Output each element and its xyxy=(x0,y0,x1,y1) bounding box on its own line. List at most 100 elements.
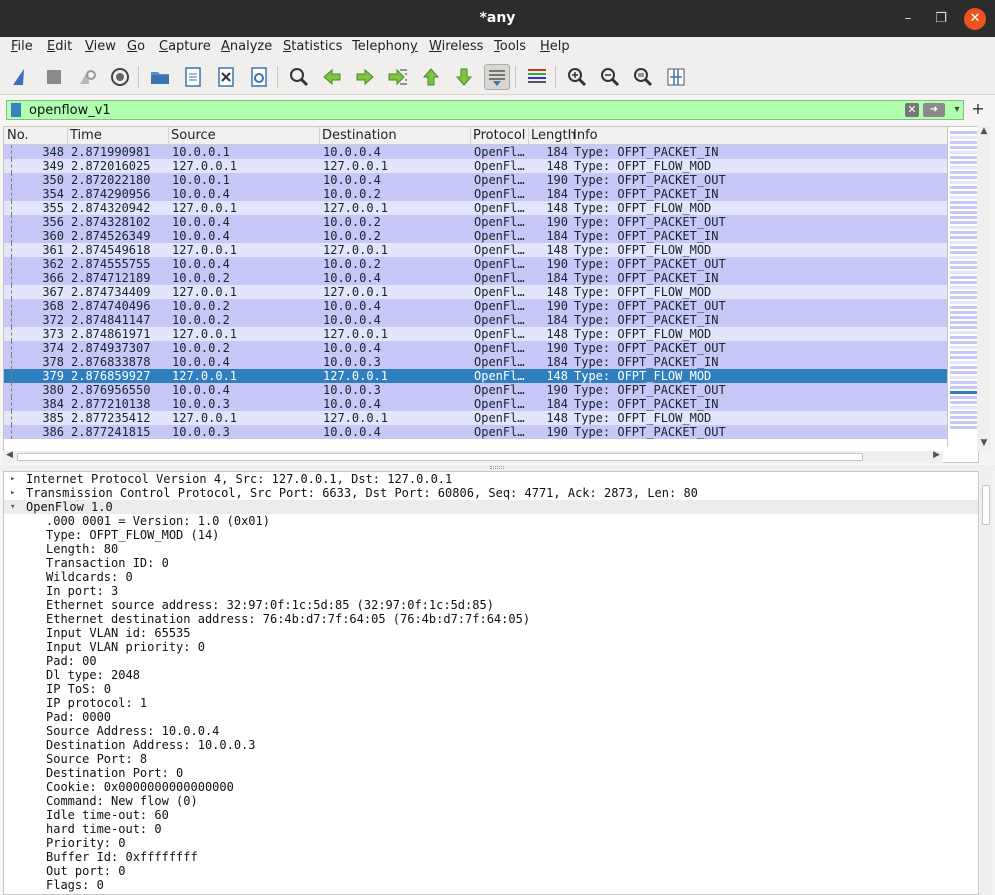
maximize-button[interactable]: ❐ xyxy=(930,8,952,30)
details-tree-node[interactable]: ▸ Internet Protocol Version 4, Src: 127.0… xyxy=(4,472,978,486)
expanded-arrow-icon[interactable]: ▾ xyxy=(10,500,15,514)
packet-row[interactable]: 349 2.872016025 127.0.0.1 127.0.0.1 OpenFl… 1… xyxy=(4,159,947,173)
column-header-protocol[interactable]: Protocol xyxy=(473,128,525,143)
column-header-source[interactable]: Source xyxy=(171,128,216,143)
scroll-left-icon[interactable]: ◀ xyxy=(6,450,13,460)
packet-row[interactable]: 368 2.874740496 10.0.0.2 10.0.0.4 OpenFl… 190… xyxy=(4,299,947,313)
packet-row[interactable]: 360 2.874526349 10.0.0.4 10.0.0.2 OpenFl… 184… xyxy=(4,229,947,243)
minimize-button[interactable]: – xyxy=(897,8,919,30)
details-field[interactable]: Type: OFPT_FLOW_MOD (14) xyxy=(4,528,978,542)
reload-file-icon[interactable] xyxy=(246,64,272,90)
details-tree-node[interactable]: ▾ OpenFlow 1.0 xyxy=(4,500,978,514)
details-field[interactable]: In port: 3 xyxy=(4,584,978,598)
packet-row[interactable]: 356 2.874328102 10.0.0.4 10.0.0.2 OpenFl… 190… xyxy=(4,215,947,229)
details-field[interactable]: Buffer Id: 0xffffffff xyxy=(4,850,978,864)
details-field[interactable]: Command: New flow (0) xyxy=(4,794,978,808)
packet-row[interactable]: 374 2.874937307 10.0.0.2 10.0.0.4 OpenFl… 190… xyxy=(4,341,947,355)
menu-edit[interactable]: Edit xyxy=(47,39,72,54)
packet-list-vertical-scrollbar[interactable]: ▲ ▼ xyxy=(977,126,991,452)
details-field[interactable]: Dl type: 2048 xyxy=(4,668,978,682)
normal-size-icon[interactable] xyxy=(630,64,656,90)
menu-view[interactable]: View xyxy=(85,39,116,54)
last-packet-icon[interactable] xyxy=(451,64,477,90)
column-divider[interactable] xyxy=(168,127,169,145)
zoom-in-icon[interactable] xyxy=(564,64,590,90)
details-field[interactable]: Wildcards: 0 xyxy=(4,570,978,584)
menu-help[interactable]: Help xyxy=(540,39,570,54)
column-divider[interactable] xyxy=(67,127,68,145)
details-field[interactable]: Length: 80 xyxy=(4,542,978,556)
details-field[interactable]: Transaction ID: 0 xyxy=(4,556,978,570)
open-file-icon[interactable] xyxy=(147,64,173,90)
details-field[interactable]: IP protocol: 1 xyxy=(4,696,978,710)
details-vertical-scrollbar[interactable] xyxy=(980,471,992,895)
packet-row[interactable]: 367 2.874734409 127.0.0.1 127.0.0.1 OpenFl… 1… xyxy=(4,285,947,299)
column-divider[interactable] xyxy=(528,127,529,145)
scroll-right-icon[interactable]: ▶ xyxy=(933,450,940,460)
details-field[interactable]: hard time-out: 0 xyxy=(4,822,978,836)
capture-options-icon[interactable] xyxy=(107,64,133,90)
zoom-out-icon[interactable] xyxy=(597,64,623,90)
packet-list-horizontal-scrollbar[interactable]: ◀ ▶ xyxy=(3,450,943,463)
details-field[interactable]: .000 0001 = Version: 1.0 (0x01) xyxy=(4,514,978,528)
go-to-packet-icon[interactable] xyxy=(385,64,411,90)
packet-row[interactable]: 361 2.874549618 127.0.0.1 127.0.0.1 OpenFl… 1… xyxy=(4,243,947,257)
column-divider[interactable] xyxy=(319,127,320,145)
splitter-grip-icon[interactable] xyxy=(490,466,504,469)
details-field[interactable]: Out port: 0 xyxy=(4,864,978,878)
details-field[interactable]: Flags: 0 xyxy=(4,878,978,892)
column-header-time[interactable]: Time xyxy=(70,128,102,143)
details-tree-node[interactable]: ▸ Transmission Control Protocol, Src Port… xyxy=(4,486,978,500)
details-field[interactable]: Pad: 00 xyxy=(4,654,978,668)
details-field[interactable]: Ethernet source address: 32:97:0f:1c:5d:… xyxy=(4,598,978,612)
restart-capture-icon[interactable] xyxy=(74,64,100,90)
colorize-icon[interactable] xyxy=(524,64,550,90)
details-field[interactable]: Ethernet destination address: 76:4b:d7:7… xyxy=(4,612,978,626)
details-field[interactable]: Source Port: 8 xyxy=(4,752,978,766)
filter-bookmark-icon[interactable] xyxy=(11,103,21,117)
collapsed-arrow-icon[interactable]: ▸ xyxy=(10,472,15,486)
shark-fin-start-icon[interactable] xyxy=(8,64,34,90)
display-filter-input[interactable]: openflow_v1 ✕ ➜ ▾ xyxy=(6,100,964,120)
find-packet-icon[interactable] xyxy=(286,64,312,90)
details-scroll-thumb[interactable] xyxy=(982,485,990,525)
details-field[interactable]: Cookie: 0x0000000000000000 xyxy=(4,780,978,794)
menu-capture[interactable]: Capture xyxy=(159,39,211,54)
details-field[interactable]: Pad: 0000 xyxy=(4,710,978,724)
details-field[interactable]: Input VLAN id: 65535 xyxy=(4,626,978,640)
packet-row[interactable]: 366 2.874712189 10.0.0.2 10.0.0.4 OpenFl… 184… xyxy=(4,271,947,285)
add-filter-button[interactable]: + xyxy=(970,100,986,118)
resize-columns-icon[interactable] xyxy=(663,64,689,90)
packet-row[interactable]: 373 2.874861971 127.0.0.1 127.0.0.1 OpenFl… 1… xyxy=(4,327,947,341)
go-back-icon[interactable] xyxy=(319,64,345,90)
details-field[interactable]: IP ToS: 0 xyxy=(4,682,978,696)
menu-analyze[interactable]: Analyze xyxy=(221,39,272,54)
packet-row[interactable]: 355 2.874320942 127.0.0.1 127.0.0.1 OpenFl… 1… xyxy=(4,201,947,215)
details-field[interactable]: Priority: 0 xyxy=(4,836,978,850)
close-file-icon[interactable] xyxy=(213,64,239,90)
save-file-icon[interactable] xyxy=(180,64,206,90)
packet-row[interactable]: 380 2.876956550 10.0.0.4 10.0.0.3 OpenFl… 190… xyxy=(4,383,947,397)
column-header-no[interactable]: No. xyxy=(7,128,29,143)
packet-minimap[interactable] xyxy=(947,127,978,447)
packet-row[interactable]: 372 2.874841147 10.0.0.2 10.0.0.4 OpenFl… 184… xyxy=(4,313,947,327)
packet-row[interactable]: 348 2.871990981 10.0.0.1 10.0.0.4 OpenFl… 184… xyxy=(4,145,947,159)
collapsed-arrow-icon[interactable]: ▸ xyxy=(10,486,15,500)
details-field[interactable]: Destination Port: 0 xyxy=(4,766,978,780)
autoscroll-icon[interactable] xyxy=(484,64,510,90)
scroll-down-icon[interactable]: ▼ xyxy=(977,438,991,450)
filter-history-dropdown-icon[interactable]: ▾ xyxy=(951,102,963,118)
stop-capture-icon[interactable] xyxy=(41,64,67,90)
packet-row[interactable]: 384 2.877210138 10.0.0.3 10.0.0.4 OpenFl… 184… xyxy=(4,397,947,411)
packet-row[interactable]: 350 2.872022180 10.0.0.1 10.0.0.4 OpenFl… 190… xyxy=(4,173,947,187)
apply-filter-icon[interactable]: ➜ xyxy=(923,103,945,117)
packet-row[interactable]: 378 2.876833878 10.0.0.4 10.0.0.3 OpenFl… 184… xyxy=(4,355,947,369)
scroll-up-icon[interactable]: ▲ xyxy=(977,126,991,138)
packet-row[interactable]: 354 2.874290956 10.0.0.4 10.0.0.2 OpenFl… 184… xyxy=(4,187,947,201)
details-field[interactable]: Destination Address: 10.0.0.3 xyxy=(4,738,978,752)
column-divider[interactable] xyxy=(570,127,571,145)
details-field[interactable]: Source Address: 10.0.0.4 xyxy=(4,724,978,738)
first-packet-icon[interactable] xyxy=(418,64,444,90)
packet-row[interactable]: 386 2.877241815 10.0.0.3 10.0.0.4 OpenFl… 190… xyxy=(4,425,947,439)
column-header-destination[interactable]: Destination xyxy=(322,128,397,143)
